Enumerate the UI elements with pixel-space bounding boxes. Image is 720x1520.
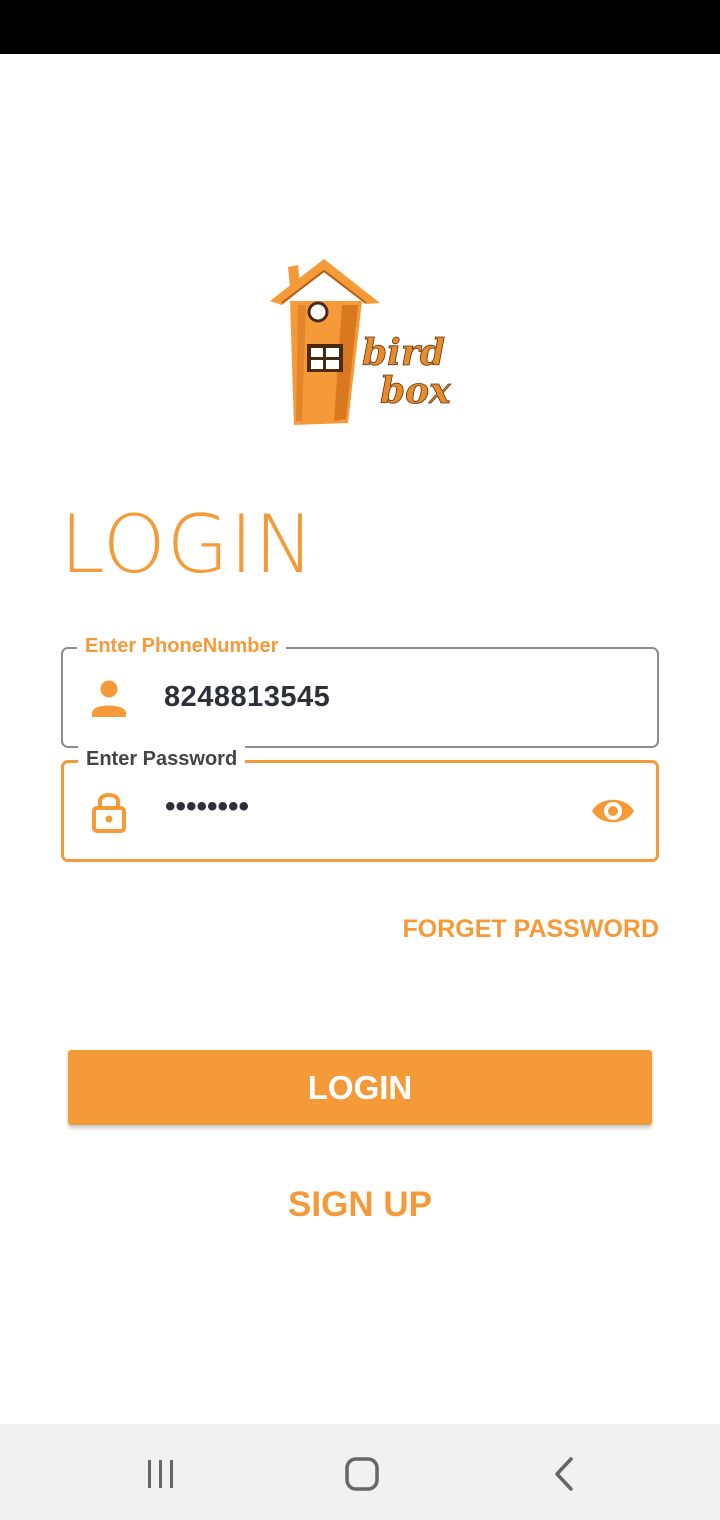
navigation-bar (0, 1424, 720, 1520)
status-bar (0, 0, 720, 54)
phone-field-label: Enter PhoneNumber (77, 633, 287, 659)
logo-text-box: box (380, 370, 451, 412)
person-icon (89, 677, 129, 721)
phone-number-input[interactable]: 8248813545 (164, 679, 330, 715)
eye-icon[interactable] (590, 793, 636, 829)
logo-text-bird: bird (362, 332, 445, 374)
recents-icon[interactable] (141, 1454, 181, 1494)
bird-box-logo: bird box (262, 255, 462, 430)
login-button[interactable]: LOGIN (68, 1050, 652, 1125)
phone-number-field[interactable]: Enter PhoneNumber 8248813545 (61, 633, 659, 748)
back-icon[interactable] (544, 1454, 584, 1494)
page-title: LOGIN (60, 498, 316, 591)
bird-house-logo: bird box (270, 259, 452, 425)
lock-icon (89, 789, 129, 833)
forget-password-link[interactable]: FORGET PASSWORD (403, 913, 659, 945)
password-field[interactable]: Enter Password •••••••• (61, 746, 659, 862)
sign-up-link[interactable]: SIGN UP (0, 1184, 720, 1226)
home-icon[interactable] (342, 1454, 382, 1494)
password-input[interactable]: •••••••• (165, 789, 249, 825)
password-field-label: Enter Password (78, 746, 246, 772)
